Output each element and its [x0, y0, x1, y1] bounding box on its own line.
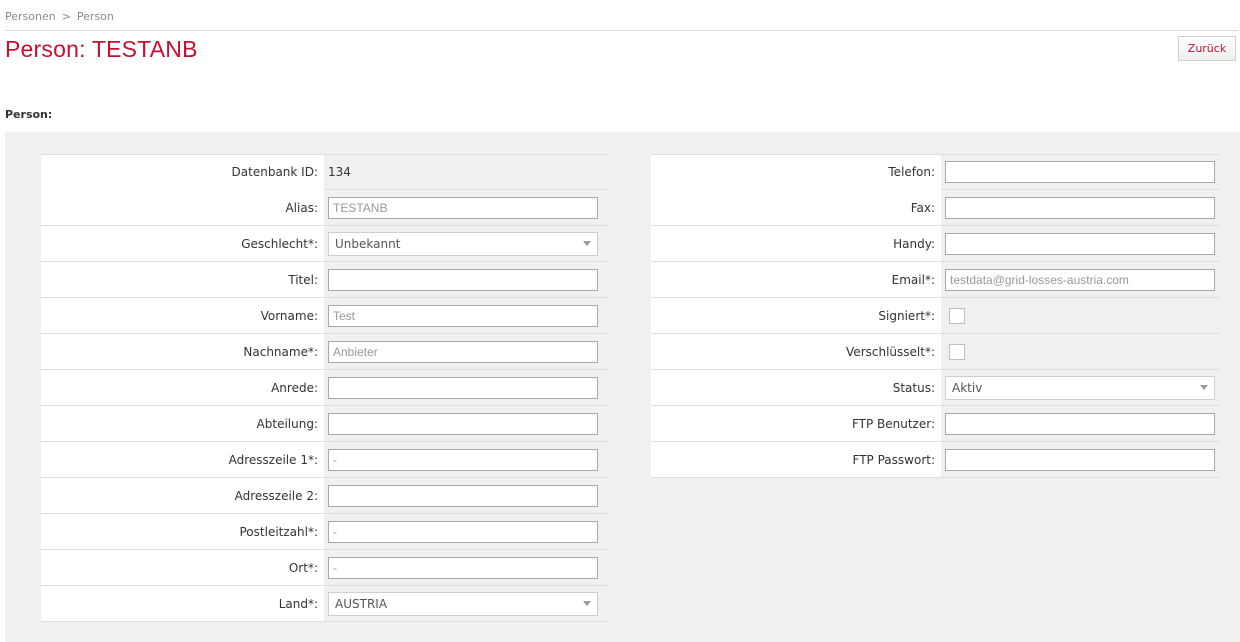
- title-label: Titel:: [41, 262, 324, 297]
- firstname-label: Vorname:: [41, 298, 324, 333]
- salutation-field[interactable]: [328, 376, 598, 399]
- email-field[interactable]: [945, 268, 1215, 291]
- status-label: Status:: [651, 370, 941, 405]
- row-alias: Alias:: [41, 190, 608, 226]
- lastname-label: Nachname*:: [41, 334, 324, 369]
- breadcrumb-separator: >: [61, 10, 71, 23]
- section-title: Person:: [5, 108, 53, 121]
- chevron-down-icon: [583, 601, 591, 606]
- country-select[interactable]: AUSTRIA: [328, 591, 598, 616]
- row-db-id: Datenbank ID: 134: [41, 154, 608, 190]
- address1-field[interactable]: [328, 448, 598, 471]
- fax-label: Fax:: [651, 190, 941, 225]
- row-salutation: Anrede:: [41, 370, 608, 406]
- ftp-user-label: FTP Benutzer:: [651, 406, 941, 441]
- lastname-field[interactable]: [328, 340, 598, 363]
- mobile-label: Handy:: [651, 226, 941, 261]
- email-label: Email*:: [651, 262, 941, 297]
- zip-field[interactable]: [328, 520, 598, 543]
- ftp-user-field[interactable]: [945, 412, 1215, 435]
- row-firstname: Vorname:: [41, 298, 608, 334]
- db-id-value: 134: [328, 165, 351, 179]
- fax-field[interactable]: [945, 196, 1215, 219]
- row-email: Email*:: [651, 262, 1219, 298]
- row-phone: Telefon:: [651, 154, 1219, 190]
- ftp-password-field[interactable]: [945, 448, 1215, 471]
- country-label: Land*:: [41, 586, 324, 621]
- back-button[interactable]: Zurück: [1178, 36, 1236, 61]
- ftp-password-label: FTP Passwort:: [651, 442, 941, 477]
- breadcrumb-current: Person: [76, 10, 114, 23]
- salutation-label: Anrede:: [41, 370, 324, 405]
- city-label: Ort*:: [41, 550, 324, 585]
- department-field[interactable]: [328, 412, 598, 435]
- row-address2: Adresszeile 2:: [41, 478, 608, 514]
- row-mobile: Handy:: [651, 226, 1219, 262]
- gender-label: Geschlecht*:: [41, 226, 324, 261]
- address2-label: Adresszeile 2:: [41, 478, 324, 513]
- form-left-column: Datenbank ID: 134 Alias: Geschlecht*: Un…: [41, 154, 608, 622]
- status-select[interactable]: Aktiv: [945, 375, 1215, 400]
- row-status: Status: Aktiv: [651, 370, 1219, 406]
- breadcrumb: Personen > Person: [5, 10, 114, 23]
- address1-label: Adresszeile 1*:: [41, 442, 324, 477]
- zip-label: Postleitzahl*:: [41, 514, 324, 549]
- row-ftp-password: FTP Passwort:: [651, 442, 1219, 478]
- encrypted-checkbox[interactable]: [949, 343, 965, 360]
- firstname-field[interactable]: [328, 304, 598, 327]
- chevron-down-icon: [583, 241, 591, 246]
- form-right-column: Telefon: Fax: Handy: Email*: Signiert*: …: [651, 154, 1219, 478]
- row-gender: Geschlecht*: Unbekannt: [41, 226, 608, 262]
- chevron-down-icon: [1200, 385, 1208, 390]
- db-id-label: Datenbank ID:: [41, 154, 324, 190]
- row-city: Ort*:: [41, 550, 608, 586]
- status-select-value: Aktiv: [952, 380, 983, 395]
- alias-field[interactable]: [328, 196, 598, 219]
- person-form-panel: Datenbank ID: 134 Alias: Geschlecht*: Un…: [5, 132, 1240, 642]
- row-department: Abteilung:: [41, 406, 608, 442]
- breadcrumb-personen-link[interactable]: Personen: [5, 10, 56, 23]
- page-title: Person: TESTANB: [5, 36, 198, 62]
- title-field[interactable]: [328, 268, 598, 291]
- encrypted-label: Verschlüsselt*:: [651, 334, 941, 369]
- alias-label: Alias:: [41, 190, 324, 225]
- row-encrypted: Verschlüsselt*:: [651, 334, 1219, 370]
- gender-select-value: Unbekannt: [335, 236, 401, 251]
- row-title: Titel:: [41, 262, 608, 298]
- row-fax: Fax:: [651, 190, 1219, 226]
- row-ftp-user: FTP Benutzer:: [651, 406, 1219, 442]
- gender-select[interactable]: Unbekannt: [328, 231, 598, 256]
- city-field[interactable]: [328, 556, 598, 579]
- country-select-value: AUSTRIA: [335, 596, 388, 611]
- header-divider: [5, 30, 1238, 31]
- signed-label: Signiert*:: [651, 298, 941, 333]
- signed-checkbox[interactable]: [949, 307, 965, 324]
- phone-field[interactable]: [945, 161, 1215, 183]
- department-label: Abteilung:: [41, 406, 324, 441]
- row-lastname: Nachname*:: [41, 334, 608, 370]
- address2-field[interactable]: [328, 484, 598, 507]
- row-address1: Adresszeile 1*:: [41, 442, 608, 478]
- row-signed: Signiert*:: [651, 298, 1219, 334]
- phone-label: Telefon:: [651, 154, 941, 190]
- mobile-field[interactable]: [945, 232, 1215, 255]
- row-zip: Postleitzahl*:: [41, 514, 608, 550]
- row-country: Land*: AUSTRIA: [41, 586, 608, 622]
